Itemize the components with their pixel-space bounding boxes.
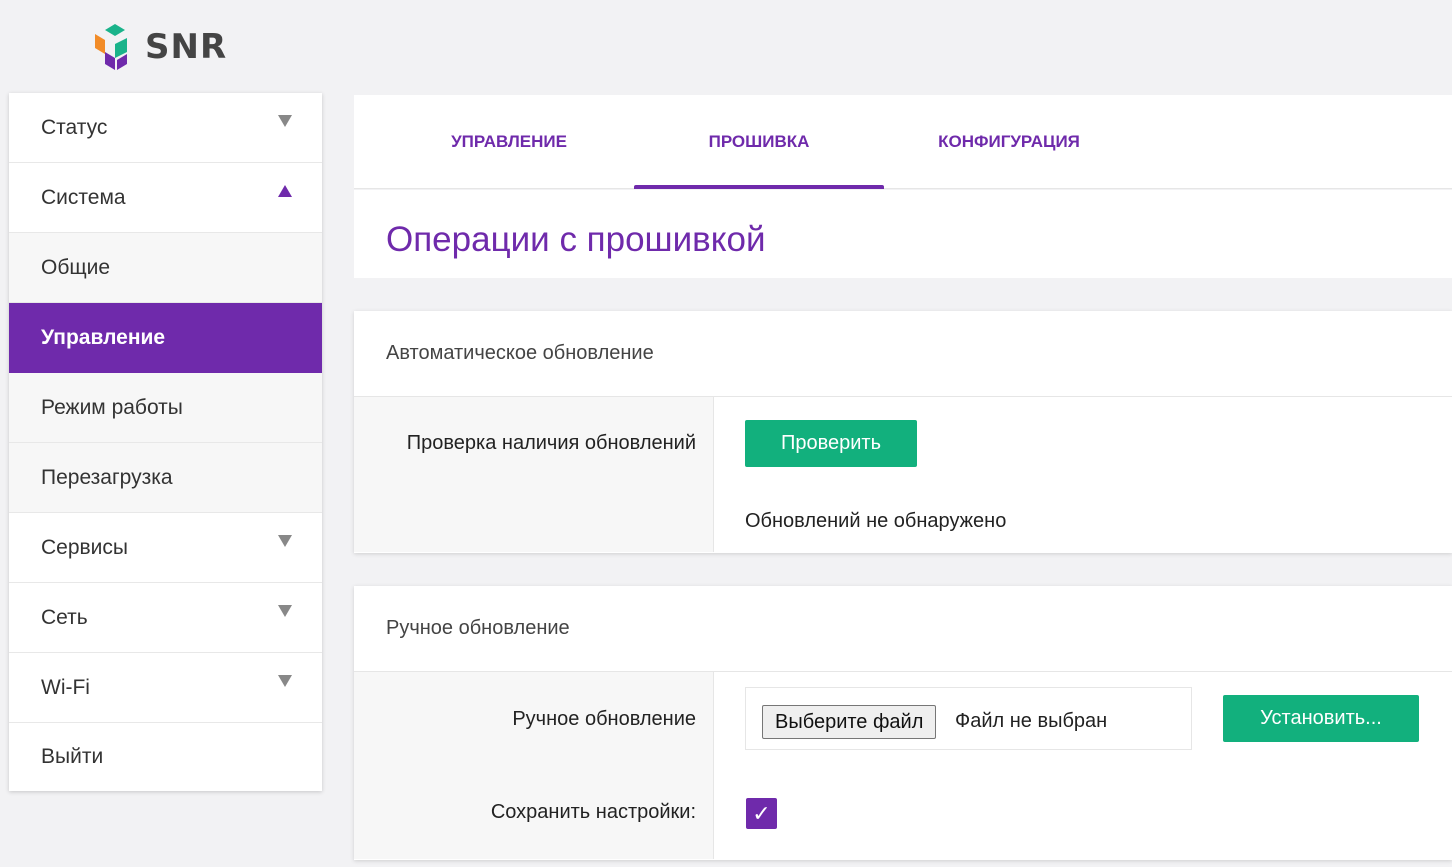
manual-update-header: Ручное обновление bbox=[354, 586, 1452, 672]
tab-management[interactable]: УПРАВЛЕНИЕ bbox=[394, 95, 624, 189]
label-column: Ручное обновление Сохранить настройки: bbox=[354, 672, 714, 859]
sidebar-item-network[interactable]: Сеть bbox=[9, 583, 322, 653]
chevron-down-icon bbox=[278, 675, 292, 687]
tab-label: УПРАВЛЕНИЕ bbox=[451, 132, 567, 151]
snr-cube-icon bbox=[95, 24, 127, 70]
sidebar-item-label: Сеть bbox=[41, 605, 88, 629]
sidebar-item-label: Статус bbox=[41, 115, 108, 139]
keep-settings-checkbox[interactable]: ✓ bbox=[746, 798, 777, 829]
tab-label: ПРОШИВКА bbox=[708, 132, 810, 151]
sidebar-item-management[interactable]: Управление bbox=[9, 303, 322, 373]
check-updates-button[interactable]: Проверить bbox=[745, 420, 917, 467]
sidebar-item-general[interactable]: Общие bbox=[9, 233, 322, 303]
manual-update-label: Ручное обновление bbox=[512, 708, 696, 730]
sidebar-menu: Статус Система Общие Управление Режим ра… bbox=[9, 93, 322, 791]
sidebar-item-system[interactable]: Система bbox=[9, 163, 322, 233]
tab-label: КОНФИГУРАЦИЯ bbox=[938, 132, 1080, 151]
sidebar-item-label: Перезагрузка bbox=[41, 465, 173, 489]
sidebar-item-logout[interactable]: Выйти bbox=[9, 723, 322, 791]
keep-settings-label: Сохранить настройки: bbox=[490, 801, 696, 823]
update-status-text: Обновлений не обнаружено bbox=[745, 510, 1007, 532]
auto-update-body: Проверка наличия обновлений Проверить Об… bbox=[354, 397, 1452, 552]
auto-update-card: Автоматическое обновление Проверка налич… bbox=[354, 311, 1452, 553]
snr-logo-text: SNR bbox=[145, 27, 228, 67]
sidebar-item-wifi[interactable]: Wi-Fi bbox=[9, 653, 322, 723]
check-updates-label: Проверка наличия обновлений bbox=[406, 432, 696, 454]
page-title-bar: Операции с прошивкой bbox=[354, 190, 1452, 278]
choose-file-button[interactable]: Выберите файл bbox=[762, 705, 937, 739]
file-status-text: Файл не выбран bbox=[955, 710, 1108, 732]
manual-update-body: Ручное обновление Сохранить настройки: В… bbox=[354, 672, 1452, 859]
checkmark-icon: ✓ bbox=[752, 800, 771, 826]
sidebar-item-label: Общие bbox=[41, 255, 111, 279]
tab-firmware[interactable]: ПРОШИВКА bbox=[634, 95, 884, 189]
auto-update-header: Автоматическое обновление bbox=[354, 311, 1452, 397]
tab-bar: УПРАВЛЕНИЕ ПРОШИВКА КОНФИГУРАЦИЯ bbox=[354, 95, 1452, 189]
sidebar-item-label: Выйти bbox=[41, 745, 104, 768]
chevron-up-icon bbox=[278, 185, 292, 197]
chevron-down-icon bbox=[278, 115, 292, 127]
chevron-down-icon bbox=[278, 605, 292, 617]
sidebar-item-label: Сервисы bbox=[41, 535, 129, 559]
sidebar-item-status[interactable]: Статус bbox=[9, 93, 322, 163]
sidebar-item-services[interactable]: Сервисы bbox=[9, 513, 322, 583]
file-input: Выберите файл Файл не выбран bbox=[745, 687, 1192, 750]
label-column: Проверка наличия обновлений bbox=[354, 397, 714, 552]
tab-configuration[interactable]: КОНФИГУРАЦИЯ bbox=[894, 95, 1124, 189]
snr-logo: SNR bbox=[93, 22, 227, 70]
install-button[interactable]: Установить... bbox=[1223, 695, 1419, 742]
sidebar-item-label: Режим работы bbox=[41, 395, 183, 419]
sidebar-item-label: Управление bbox=[41, 326, 166, 349]
chevron-down-icon bbox=[278, 535, 292, 547]
sidebar-item-operation-mode[interactable]: Режим работы bbox=[9, 373, 322, 443]
page-title: Операции с прошивкой bbox=[386, 220, 766, 259]
manual-update-card: Ручное обновление Ручное обновление Сохр… bbox=[354, 586, 1452, 860]
sidebar-item-label: Система bbox=[41, 185, 126, 209]
sidebar-item-reboot[interactable]: Перезагрузка bbox=[9, 443, 322, 513]
sidebar-item-label: Wi-Fi bbox=[41, 675, 90, 699]
